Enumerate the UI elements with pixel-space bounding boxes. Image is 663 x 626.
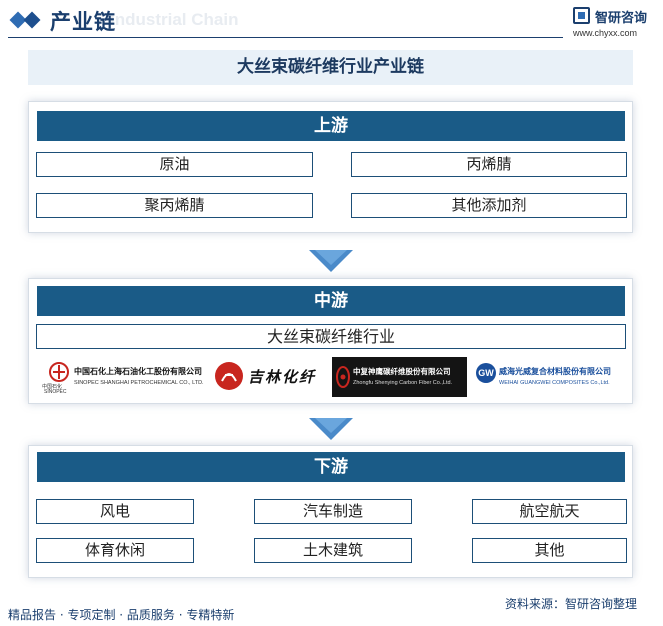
company-name: 中复神鹰碳纤维股份有限公司 xyxy=(353,367,451,376)
company-logo-zhongfu-shenying: 中复神鹰碳纤维股份有限公司 Zhongfu Shenying Carbon Fi… xyxy=(332,357,467,397)
page-header: Industrial Chain 产业链 xyxy=(0,0,663,40)
footer-source: 资料来源：智研咨询整理 xyxy=(505,597,638,611)
brand-url: www.chyxx.com xyxy=(573,28,638,38)
company-name-en: Zhongfu Shenying Carbon Fiber Co.,Ltd. xyxy=(353,380,453,386)
header-divider xyxy=(8,37,563,38)
flow-arrow-down-icon xyxy=(309,418,353,440)
downstream-panel: 下游 风电 汽车制造 航空航天 体育休闲 土木建筑 其他 xyxy=(28,445,633,578)
downstream-item: 航空航天 xyxy=(472,499,627,524)
company-logo-sinopec-shanghai: 中国石化 SINOPEC 中国石化上海石油化工股份有限公司 SINOPEC SH… xyxy=(40,357,208,397)
downstream-header: 下游 xyxy=(37,452,625,482)
upstream-item: 聚丙烯腈 xyxy=(36,193,313,218)
company-name-en: WEIHAI GUANGWEI COMPOSITES Co.,Ltd. xyxy=(499,380,610,386)
downstream-item: 体育休闲 xyxy=(36,538,194,563)
diagram-title: 大丝束碳纤维行业产业链 xyxy=(28,50,633,85)
downstream-item: 土木建筑 xyxy=(254,538,412,563)
midstream-header: 中游 xyxy=(37,286,625,316)
flow-arrow-down-icon xyxy=(309,250,353,272)
upstream-header: 上游 xyxy=(37,111,625,141)
guangwei-emblem-icon: GW xyxy=(476,363,496,383)
brand-logo-icon xyxy=(573,7,590,24)
brand-logo: 智研咨询 www.chyxx.com xyxy=(573,7,658,41)
company-name-en: SINOPEC SHANGHAI PETROCHEMICAL CO., LTD. xyxy=(74,380,204,386)
company-name: 威海光威复合材料股份有限公司 xyxy=(499,367,611,376)
zhongfu-emblem-icon xyxy=(336,366,350,388)
downstream-item: 其他 xyxy=(472,538,627,563)
upstream-item: 丙烯腈 xyxy=(351,152,627,177)
sinopec-mark-en: SINOPEC xyxy=(44,389,67,395)
brand-name: 智研咨询 xyxy=(595,11,648,26)
company-logo-weihai-guangwei: GW 威海光威复合材料股份有限公司 WEIHAI GUANGWEI COMPOS… xyxy=(474,357,624,397)
upstream-item: 其他添加剂 xyxy=(351,193,627,218)
upstream-item: 原油 xyxy=(36,152,313,177)
footer-slogan: 精品报告 · 专项定制 · 品质服务 · 专精特新 xyxy=(8,608,235,622)
company-name: 中国石化上海石油化工股份有限公司 xyxy=(74,367,202,376)
company-name: 吉林化纤 xyxy=(248,368,317,386)
jilin-emblem-icon xyxy=(215,362,243,390)
upstream-panel: 上游 原油 丙烯腈 聚丙烯腈 其他添加剂 xyxy=(28,101,633,233)
downstream-item: 汽车制造 xyxy=(254,499,412,524)
page-title: 产业链 xyxy=(50,10,116,34)
midstream-industry: 大丝束碳纤维行业 xyxy=(36,324,626,349)
company-logo-jilin-chemical-fiber: 吉林化纤 xyxy=(212,357,324,397)
sinopec-icon xyxy=(49,362,69,382)
downstream-item: 风电 xyxy=(36,499,194,524)
watermark-text: Industrial Chain xyxy=(110,10,239,29)
